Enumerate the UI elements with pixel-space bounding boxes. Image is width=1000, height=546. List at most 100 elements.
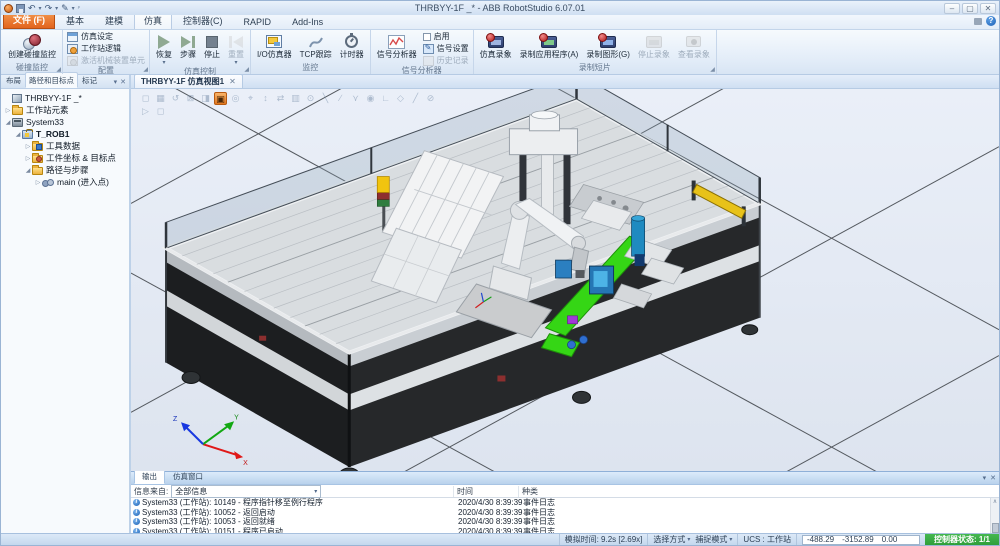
view-tool-icon[interactable]: ∟: [379, 92, 392, 105]
view-tool-icon[interactable]: ◉: [364, 92, 377, 105]
tab-rapid[interactable]: RAPID: [234, 14, 282, 29]
view-tool-icon[interactable]: ▥: [289, 92, 302, 105]
save-icon[interactable]: [16, 4, 25, 13]
tree-item-system33[interactable]: ◢ System33: [2, 116, 128, 128]
scroll-up-icon[interactable]: ∧: [993, 498, 997, 506]
vp-stop-icon[interactable]: ◻: [154, 105, 167, 118]
axis-z-label: Z: [173, 416, 178, 423]
scrollbar-thumb[interactable]: [992, 523, 999, 533]
simulation-setup-button[interactable]: 仿真设定: [65, 31, 147, 42]
selection-mode-dropdown[interactable]: 选择方式 ▾: [647, 534, 695, 545]
record-simulation-button[interactable]: 仿真录象: [476, 31, 516, 63]
simulation-window-tab[interactable]: 仿真窗口: [165, 469, 211, 484]
column-category[interactable]: 种类: [518, 486, 598, 497]
snap-mode-dropdown[interactable]: 捕捉模式 ▾: [695, 534, 737, 545]
view-tool-icon[interactable]: ⌖: [244, 92, 257, 105]
view-tool-icon[interactable]: ◇: [394, 92, 407, 105]
record-application-button[interactable]: 录制应用程序(A): [516, 31, 583, 63]
timer-button[interactable]: 计时器: [336, 31, 368, 63]
dialog-launcher-icon[interactable]: ◢: [710, 67, 715, 73]
signal-analyzer-button[interactable]: 信号分析器: [373, 31, 421, 66]
view-tool-icon[interactable]: ◻: [139, 92, 152, 105]
tree-item-station[interactable]: THRBYY-1F _*: [2, 92, 128, 104]
quick-access-toolbar: ↶ ▾ ↷ ▾ ✎ ▾ ⸗: [4, 3, 80, 13]
tree-item-workobjects[interactable]: ▷ 工件坐标 & 目标点: [2, 152, 128, 164]
signal-enable-checkbox[interactable]: 启用: [421, 31, 471, 42]
active-view-tool-icon[interactable]: ▣: [214, 92, 227, 105]
coordinate-readout: -488.29 -3152.89 0.00: [796, 534, 922, 545]
simulation-time: 模拟时间: 9.2s [2.69x]: [559, 534, 648, 545]
tree-item-t-rob1[interactable]: ◢ T_ROB1: [2, 128, 128, 140]
notification-icon[interactable]: [974, 18, 982, 25]
stop-icon: [206, 36, 218, 48]
customize-icon[interactable]: ✎: [61, 3, 69, 13]
task-icon: [22, 130, 33, 139]
reset-icon: [229, 36, 243, 48]
view-tool-icon[interactable]: ╱: [409, 92, 422, 105]
view-tool-icon[interactable]: ∕: [334, 92, 347, 105]
qat-more-icon[interactable]: ⸗: [78, 5, 80, 11]
customize-dropdown-icon[interactable]: ▾: [72, 5, 75, 12]
record-graphics-button[interactable]: 录制图形(G): [582, 31, 634, 63]
tree-item-station-elements[interactable]: ▷ 工作站元素: [2, 104, 128, 116]
step-button[interactable]: 步骤: [176, 31, 200, 67]
view-tool-icon[interactable]: ⊘: [424, 92, 437, 105]
undo-icon[interactable]: ↶: [28, 3, 36, 13]
dialog-launcher-icon[interactable]: ◢: [56, 67, 61, 73]
view-tool-icon[interactable]: ⋎: [349, 92, 362, 105]
io-simulator-button[interactable]: I/O仿真器: [253, 31, 296, 63]
coord-x: -488.29: [807, 535, 834, 544]
message-source-dropdown[interactable]: 全部信息 ▾: [171, 485, 321, 498]
help-icon[interactable]: ?: [986, 16, 996, 26]
log-row[interactable]: i System33 (工作站): 10151 - 程序已启动 2020/4/3…: [131, 527, 999, 534]
coord-z: 0.00: [882, 535, 898, 544]
play-dropdown-icon[interactable]: ▾: [162, 59, 165, 66]
controller-status-badge[interactable]: 控制器状态: 1/1: [925, 534, 999, 545]
maximize-button[interactable]: ▢: [962, 3, 978, 14]
tree-item-paths-procedures[interactable]: ◢ 路径与步骤: [2, 164, 128, 176]
create-collision-set-button[interactable]: 创建碰撞监控: [4, 31, 60, 63]
view-tool-icon[interactable]: ◨: [199, 92, 212, 105]
view-tool-icon[interactable]: ▦: [154, 92, 167, 105]
stop-button[interactable]: 停止: [200, 31, 224, 67]
signal-setup-button[interactable]: 信号设置: [421, 43, 471, 54]
redo-icon[interactable]: ↷: [45, 3, 53, 13]
redo-dropdown-icon[interactable]: ▾: [55, 5, 58, 12]
3d-scene[interactable]: X Y Z: [131, 89, 999, 471]
checkbox-icon[interactable]: [423, 33, 431, 41]
tree-item-tooldata[interactable]: ▷ 工具数据: [2, 140, 128, 152]
output-pin-icon[interactable]: ▾: [983, 474, 987, 482]
view-tool-icon[interactable]: ↕: [259, 92, 272, 105]
view-tool-icon[interactable]: ⊠: [184, 92, 197, 105]
view-tool-icon[interactable]: ╲: [319, 92, 332, 105]
vp-play-icon[interactable]: ▷: [139, 105, 152, 118]
view-tool-icon[interactable]: ↺: [169, 92, 182, 105]
tree-item-main-path[interactable]: ▷ main (进入点): [2, 176, 128, 188]
output-scrollbar[interactable]: ∧: [990, 498, 999, 533]
browser-tab-layout[interactable]: 布局: [2, 72, 25, 88]
column-time[interactable]: 时间: [453, 486, 518, 497]
browser-pin-icon[interactable]: ▾: [114, 78, 118, 86]
station-logic-button[interactable]: 工作站逻辑: [65, 43, 147, 54]
tcp-trace-button[interactable]: TCP跟踪: [296, 31, 336, 63]
ucs-indicator[interactable]: UCS : 工作站: [737, 534, 796, 545]
minimize-button[interactable]: –: [944, 3, 960, 14]
tab-addins[interactable]: Add-Ins: [282, 14, 333, 29]
3d-viewport[interactable]: ◻ ▦ ↺ ⊠ ◨ ▣ ◎ ⌖ ↕ ⇄ ▥ ⊙ ╲ ∕ ⋎: [131, 89, 999, 471]
station-tree: THRBYY-1F _* ▷ 工作站元素 ◢ System33 ◢ T_ROB1: [1, 89, 129, 533]
output-tab[interactable]: 输出: [134, 469, 165, 484]
app-logo-icon[interactable]: [4, 4, 13, 13]
play-button[interactable]: 恢复 ▾: [152, 31, 176, 67]
view-tool-icon[interactable]: ⇄: [274, 92, 287, 105]
browser-close-icon[interactable]: ✕: [120, 78, 126, 86]
dialog-launcher-icon[interactable]: ◢: [143, 67, 148, 73]
undo-dropdown-icon[interactable]: ▾: [39, 5, 42, 12]
view-tool-icon[interactable]: ◎: [229, 92, 242, 105]
close-button[interactable]: ✕: [980, 3, 996, 14]
group-record-movie: 仿真录象 录制应用程序(A) 录制图形(G) 停止录象 查看录象: [474, 30, 717, 74]
group-label: 配置: [63, 66, 149, 76]
dialog-launcher-icon[interactable]: ◢: [244, 67, 249, 73]
tab-close-icon[interactable]: ✕: [229, 77, 236, 86]
view-tool-icon[interactable]: ⊙: [304, 92, 317, 105]
output-close-icon[interactable]: ✕: [990, 474, 996, 482]
